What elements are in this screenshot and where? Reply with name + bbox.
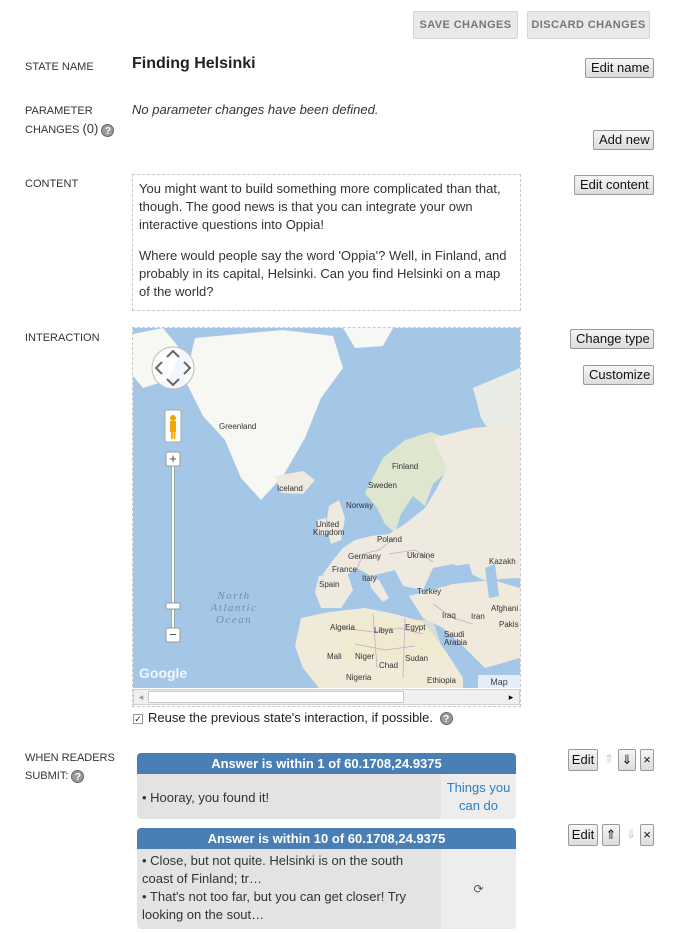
rule-header[interactable]: Answer is within 10 of 60.1708,24.9375 bbox=[137, 828, 516, 849]
rule-feedback: • Close, but not quite. Helsinki is on t… bbox=[137, 849, 441, 927]
change-type-button[interactable]: Change type bbox=[570, 329, 654, 349]
google-logo: Google bbox=[139, 665, 187, 681]
parameter-count: (0) bbox=[82, 121, 99, 136]
pan-control[interactable] bbox=[151, 346, 195, 390]
label-poland: Poland bbox=[377, 535, 402, 544]
label-sudan: Sudan bbox=[405, 654, 428, 663]
customize-button[interactable]: Customize bbox=[583, 365, 654, 385]
label-italy: Italy bbox=[362, 574, 377, 583]
zoom-out-icon[interactable]: − bbox=[169, 627, 177, 642]
map-scrollbar[interactable]: ◂ ▸ bbox=[133, 689, 520, 705]
interaction-label: INTERACTION bbox=[25, 332, 100, 344]
label-greenland: Greenland bbox=[219, 422, 256, 431]
reuse-interaction-row: ✓ Reuse the previous state's interaction,… bbox=[133, 710, 453, 726]
ocean-label-1: North bbox=[216, 590, 250, 602]
state-name-value: Finding Helsinki bbox=[132, 55, 256, 72]
rules-label-line1: WHEN READERS bbox=[25, 752, 115, 764]
zoom-in-icon[interactable]: + bbox=[169, 451, 177, 466]
label-niger: Niger bbox=[355, 652, 374, 661]
label-ukraine: Ukraine bbox=[407, 551, 435, 560]
rule-header[interactable]: Answer is within 1 of 60.1708,24.9375 bbox=[137, 753, 516, 774]
content-box: You might want to build something more c… bbox=[132, 174, 521, 311]
state-name-label: STATE NAME bbox=[25, 61, 94, 73]
delete-rule-button[interactable]: × bbox=[640, 749, 654, 771]
label-iceland: Iceland bbox=[277, 484, 303, 493]
help-icon[interactable]: ? bbox=[439, 712, 453, 726]
content-paragraph-1: You might want to build something more c… bbox=[139, 181, 501, 232]
label-algeria: Algeria bbox=[330, 623, 355, 632]
edit-content-button[interactable]: Edit content bbox=[574, 175, 654, 195]
label-france: France bbox=[332, 565, 357, 574]
label-chad: Chad bbox=[379, 661, 398, 670]
parameter-label-line2: CHANGES (0) ? bbox=[25, 120, 115, 139]
rule-feedback-line2: • That's not too far, but you can get cl… bbox=[142, 889, 407, 922]
rule-destination-link[interactable]: Things you can do bbox=[441, 774, 516, 819]
edit-rule-button[interactable]: Edit bbox=[568, 824, 598, 846]
rule-body: • Hooray, you found it! Things you can d… bbox=[137, 774, 516, 819]
loop-icon[interactable]: ⟳ bbox=[441, 849, 516, 929]
label-kazakh: Kazakh bbox=[489, 557, 516, 566]
rule-feedback: • Hooray, you found it! bbox=[142, 790, 270, 805]
label-egypt: Egypt bbox=[405, 623, 426, 632]
label-ethiopia: Ethiopia bbox=[427, 676, 456, 685]
move-up-icon: ⇑ bbox=[604, 752, 615, 766]
label-mali: Mali bbox=[327, 652, 342, 661]
edit-rule-button[interactable]: Edit bbox=[568, 749, 598, 771]
world-map[interactable]: Greenland Iceland Finland Sweden Norway … bbox=[133, 328, 520, 688]
label-uk-line2: Kingdom bbox=[313, 528, 345, 537]
scroll-left-icon[interactable]: ◂ bbox=[134, 690, 148, 704]
label-turkey: Turkey bbox=[417, 587, 441, 596]
label-afghani: Afghani bbox=[491, 604, 518, 613]
ocean-label-2: Atlantic bbox=[210, 602, 258, 614]
move-up-button[interactable]: ⇑ bbox=[602, 824, 620, 846]
rule-feedback-line1: • Close, but not quite. Helsinki is on t… bbox=[142, 853, 404, 886]
label-iran: Iran bbox=[471, 612, 485, 621]
content-label: CONTENT bbox=[25, 178, 79, 190]
label-iraq: Iraq bbox=[442, 611, 456, 620]
help-icon[interactable]: ? bbox=[101, 123, 115, 137]
map-type-label[interactable]: Map bbox=[490, 677, 508, 687]
label-germany: Germany bbox=[348, 552, 381, 561]
scroll-right-icon[interactable]: ▸ bbox=[504, 690, 518, 704]
help-icon[interactable]: ? bbox=[71, 769, 85, 783]
label-sweden: Sweden bbox=[368, 481, 397, 490]
pegman-icon[interactable] bbox=[164, 409, 182, 443]
parameter-changes-label: PARAMETER CHANGES (0) ? bbox=[25, 102, 115, 139]
ocean-label-3: Ocean bbox=[216, 614, 252, 626]
label-nigeria: Nigeria bbox=[346, 673, 372, 682]
save-changes-button[interactable]: SAVE CHANGES bbox=[413, 11, 518, 39]
label-pakis: Pakis bbox=[499, 620, 519, 629]
parameter-label-line1: PARAMETER bbox=[25, 105, 93, 117]
no-parameters-text: No parameter changes have been defined. bbox=[132, 102, 379, 117]
delete-rule-button[interactable]: × bbox=[640, 824, 654, 846]
label-saudi-line2: Arabia bbox=[444, 638, 468, 647]
map-canvas: Greenland Iceland Finland Sweden Norway … bbox=[133, 328, 520, 688]
when-readers-submit-label: WHEN READERS SUBMIT: ? bbox=[25, 749, 115, 785]
reuse-label: Reuse the previous state's interaction, … bbox=[148, 710, 434, 725]
move-down-icon: ⇓ bbox=[626, 827, 637, 841]
edit-name-button[interactable]: Edit name bbox=[585, 58, 654, 78]
move-down-button[interactable]: ⇓ bbox=[618, 749, 636, 771]
rules-label-text: SUBMIT: bbox=[25, 770, 69, 782]
reuse-checkbox[interactable]: ✓ bbox=[133, 713, 143, 724]
label-norway: Norway bbox=[346, 501, 373, 510]
label-libya: Libya bbox=[374, 626, 394, 635]
rules-label-line2: SUBMIT: ? bbox=[25, 767, 115, 785]
label-finland: Finland bbox=[392, 462, 418, 471]
label-spain: Spain bbox=[319, 580, 339, 589]
content-paragraph-2: Where would people say the word 'Oppia'?… bbox=[139, 248, 507, 299]
scroll-thumb[interactable] bbox=[148, 691, 404, 703]
discard-changes-button[interactable]: DISCARD CHANGES bbox=[527, 11, 650, 39]
rule-body: • Close, but not quite. Helsinki is on t… bbox=[137, 849, 516, 929]
add-parameter-button[interactable]: Add new bbox=[593, 130, 654, 150]
parameter-label-text: CHANGES bbox=[25, 124, 80, 136]
